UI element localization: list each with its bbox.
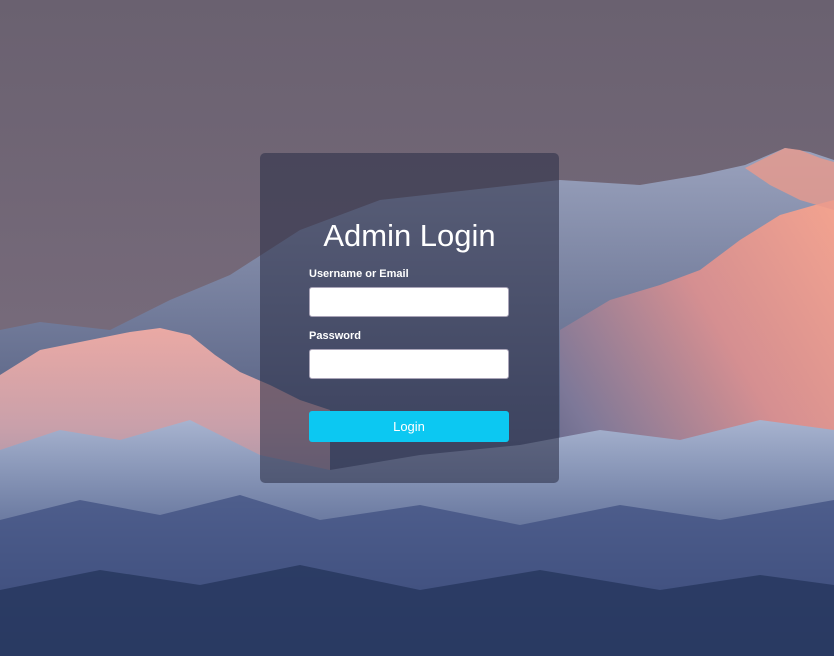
password-label: Password [309,330,361,342]
username-label: Username or Email [309,268,409,280]
password-input[interactable] [309,349,509,379]
login-button[interactable]: Login [309,411,509,442]
page-title: Admin Login [323,218,496,253]
login-panel: Admin Login Username or Email Password L… [260,153,559,483]
username-input[interactable] [309,287,509,317]
